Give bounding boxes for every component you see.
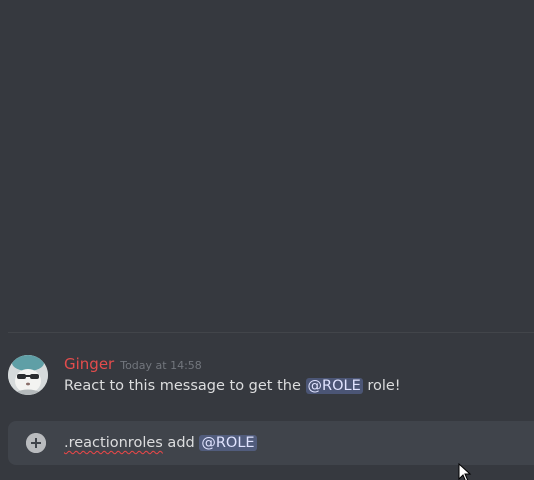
composer-input[interactable]: .reactionroles add @ROLE — [64, 433, 257, 453]
message-text-after: role! — [362, 378, 401, 394]
chat-window: Ginger Today at 14:58 React to this messa… — [0, 0, 534, 480]
avatar-cat-icon — [8, 355, 48, 395]
user-avatar[interactable] — [8, 355, 48, 395]
message-list[interactable]: Ginger Today at 14:58 React to this messa… — [0, 0, 534, 410]
role-mention[interactable]: @ROLE — [305, 378, 363, 394]
message-timestamp: Today at 14:58 — [120, 359, 202, 372]
composer-command: .reactionroles — [64, 435, 163, 451]
message-header: Ginger Today at 14:58 — [64, 354, 202, 374]
message-divider — [8, 332, 534, 333]
mouse-pointer-icon — [458, 463, 472, 480]
composer-role-mention: @ROLE — [199, 435, 257, 451]
message-username[interactable]: Ginger — [64, 355, 114, 373]
message-text-before: React to this message to get the — [64, 378, 306, 394]
plus-circle-icon — [26, 433, 46, 453]
attach-button[interactable] — [26, 433, 46, 453]
message-content: React to this message to get the @ROLE r… — [64, 376, 401, 396]
message-composer[interactable]: .reactionroles add @ROLE — [8, 421, 534, 465]
composer-argument: add — [162, 435, 200, 451]
chat-message[interactable]: Ginger Today at 14:58 React to this messa… — [0, 350, 534, 406]
